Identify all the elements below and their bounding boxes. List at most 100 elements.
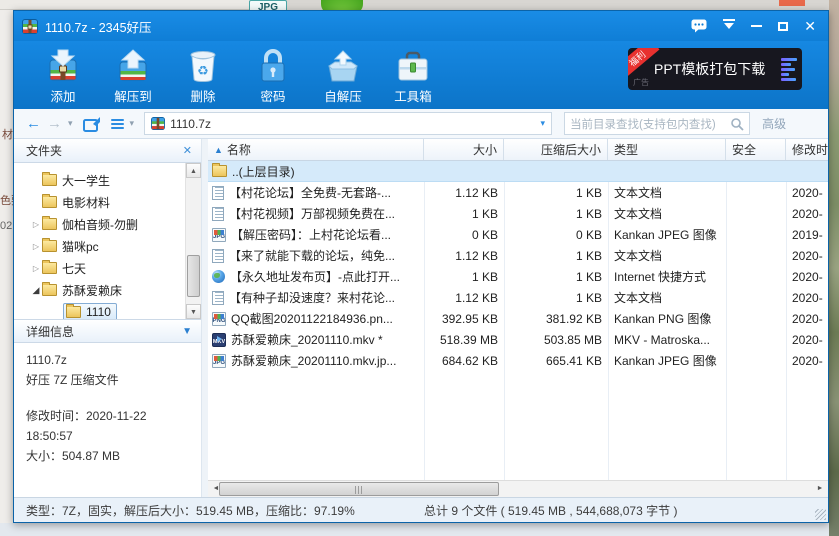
file-modified: 2020-: [786, 249, 828, 263]
extract-to-button[interactable]: 解压到: [98, 47, 168, 105]
file-row[interactable]: 【村花论坛】全免费-无套路-... 1.12 KB 1 KB 文本文档 2020…: [208, 182, 828, 203]
toolbox-label: 工具箱: [394, 86, 432, 105]
view-mode-icon[interactable]: [111, 117, 124, 131]
scroll-right-icon[interactable]: ►: [812, 481, 828, 497]
tree-item-label: 电影材料: [62, 194, 110, 211]
file-row[interactable]: 【永久地址发布页】-点此打开... 1 KB 1 KB Internet 快捷方…: [208, 266, 828, 287]
minimize-button[interactable]: [751, 17, 762, 35]
add-label: 添加: [50, 86, 75, 105]
tree-expander-expanded-icon[interactable]: ◢: [30, 285, 42, 296]
column-header-modified[interactable]: 修改时: [786, 139, 828, 160]
horizontal-scrollbar[interactable]: ◄ ►: [208, 480, 828, 497]
text-file-icon: [212, 249, 224, 263]
tree-expander-collapsed-icon[interactable]: ▷: [30, 220, 42, 229]
file-row[interactable]: 【来了就能下载的论坛，纯免... 1.12 KB 1 KB 文本文档 2020-: [208, 245, 828, 266]
ad-banner[interactable]: 福利 PPT模板打包下载 广告: [628, 48, 802, 90]
folders-panel-header: 文件夹 ✕: [14, 139, 201, 163]
horizontal-scrollbar-thumb[interactable]: [219, 482, 499, 496]
sfx-label: 自解压: [324, 86, 362, 105]
address-dropdown-icon[interactable]: ▾: [541, 118, 546, 129]
column-header-security[interactable]: 安全: [726, 139, 786, 160]
file-modified: 2020-: [786, 312, 828, 326]
sort-ascending-icon: ▲: [214, 145, 223, 155]
advanced-search-link[interactable]: 高级: [762, 115, 786, 132]
history-dropdown-icon[interactable]: ▾: [68, 118, 73, 129]
tree-expander-collapsed-icon[interactable]: ▷: [30, 242, 42, 251]
file-type: 文本文档: [608, 205, 726, 222]
parent-directory-row[interactable]: ..(上层目录): [208, 161, 828, 182]
sfx-button[interactable]: 自解压: [308, 47, 378, 105]
file-type: 文本文档: [608, 184, 726, 201]
file-name: 【村花论坛】全免费-无套路-...: [229, 184, 391, 201]
view-dropdown-icon[interactable]: ▾: [130, 118, 135, 129]
text-file-icon: [212, 291, 224, 305]
address-input[interactable]: 1110.7z ▾: [144, 112, 552, 135]
tree-item[interactable]: ▷ 伽柏音频-勿删: [14, 213, 201, 235]
close-button[interactable]: ✕: [804, 17, 816, 35]
file-row[interactable]: PNGQQ截图20201122184936.pn... 392.95 KB 38…: [208, 308, 828, 329]
file-size: 1.12 KB: [424, 186, 504, 200]
delete-label: 删除: [190, 86, 215, 105]
column-header-size[interactable]: 大小: [424, 139, 504, 160]
main-menu-icon[interactable]: [723, 17, 735, 35]
open-archive-icon[interactable]: [83, 116, 101, 132]
address-bar: ← → ▾ ▾ 1110.7z ▾ 当前目: [14, 109, 828, 139]
tree-item-selected[interactable]: 1110: [14, 301, 201, 319]
forward-icon[interactable]: →: [47, 116, 62, 131]
status-bar: 类型：7Z，固实，解压后大小：519.45 MB，压缩比：97.19% 总计 9…: [14, 497, 828, 522]
file-list: ▲ 名称 大小 压缩后大小 类型 安全 修改时 ..(上层目录): [208, 139, 828, 497]
tree-item[interactable]: ▷ 猫咪pc: [14, 235, 201, 257]
file-packed-size: 1 KB: [504, 270, 608, 284]
file-size: 1.12 KB: [424, 249, 504, 263]
file-row[interactable]: JPG苏酥爱赖床_20201110.mkv.jp... 684.62 KB 66…: [208, 350, 828, 371]
title-bar[interactable]: 1110.7z - 2345好压 ✕: [14, 11, 828, 41]
tree-item[interactable]: 大一学生: [14, 169, 201, 191]
haozip-window: 1110.7z - 2345好压 ✕: [13, 10, 829, 523]
total-files-text: 总计 9 个文件 ( 519.45 MB , 544,688,073 字节 ): [424, 502, 677, 519]
scroll-down-icon[interactable]: ▼: [186, 304, 201, 319]
file-packed-size: 1 KB: [504, 207, 608, 221]
ad-equalizer-graphic: [781, 58, 797, 81]
resize-grip[interactable]: [815, 509, 826, 520]
back-icon[interactable]: ←: [26, 116, 41, 131]
file-name: 【解压密码】：上村花论坛看...: [231, 226, 391, 243]
add-button[interactable]: 添加: [28, 47, 98, 105]
toolbox-button[interactable]: 工具箱: [378, 47, 448, 105]
file-name: 【有种子却没速度？来村花论...: [229, 289, 395, 306]
main-area: 文件夹 ✕ 大一学生 电影材料 ▷ 伽柏音频-勿删: [14, 139, 828, 497]
tree-item[interactable]: 电影材料: [14, 191, 201, 213]
details-panel: 1110.7z 好压 7Z 压缩文件 修改时间：2020-11-22 18:50…: [14, 343, 201, 497]
file-packed-size: 665.41 KB: [504, 354, 608, 368]
close-panel-icon[interactable]: ✕: [183, 144, 192, 157]
password-button[interactable]: 密码: [238, 47, 308, 105]
tree-scrollbar[interactable]: ▲ ▼: [185, 163, 201, 319]
file-row[interactable]: MKV苏酥爱赖床_20201110.mkv * 518.39 MB 503.85…: [208, 329, 828, 350]
file-row[interactable]: JPG【解压密码】：上村花论坛看... 0 KB 0 KB Kankan JPE…: [208, 224, 828, 245]
file-row[interactable]: 【村花视频】万部视频免费在... 1 KB 1 KB 文本文档 2020-: [208, 203, 828, 224]
column-header-packed[interactable]: 压缩后大小: [504, 139, 608, 160]
svg-text:♻: ♻: [197, 63, 209, 78]
archive-file-icon: [151, 117, 165, 130]
folder-icon: [42, 284, 57, 296]
details-archive-name: 1110.7z: [26, 350, 189, 370]
scroll-up-icon[interactable]: ▲: [186, 163, 201, 178]
tree-expander-collapsed-icon[interactable]: ▷: [30, 264, 42, 273]
tree-item[interactable]: ◢ 苏酥爱赖床: [14, 279, 201, 301]
collapse-details-icon[interactable]: ▼: [182, 326, 192, 337]
file-packed-size: 381.92 KB: [504, 312, 608, 326]
tree-scrollbar-thumb[interactable]: [187, 255, 200, 297]
maximize-button[interactable]: [778, 17, 788, 35]
delete-button[interactable]: ♻ 删除: [168, 47, 238, 105]
padlock-icon: [253, 47, 293, 85]
file-type: 文本文档: [608, 247, 726, 264]
column-header-type[interactable]: 类型: [608, 139, 726, 160]
feedback-icon[interactable]: [691, 17, 707, 35]
tree-item-label: 伽柏音频-勿删: [62, 216, 138, 233]
parent-directory-label: ..(上层目录): [232, 163, 295, 180]
search-input[interactable]: 当前目录查找(支持包内查找): [564, 112, 750, 135]
tree-item[interactable]: ▷ 七天: [14, 257, 201, 279]
file-row[interactable]: 【有种子却没速度？来村花论... 1.12 KB 1 KB 文本文档 2020-: [208, 287, 828, 308]
panel-splitter[interactable]: [201, 139, 208, 497]
file-name: QQ截图20201122184936.pn...: [231, 310, 393, 327]
column-header-name[interactable]: ▲ 名称: [208, 139, 424, 160]
